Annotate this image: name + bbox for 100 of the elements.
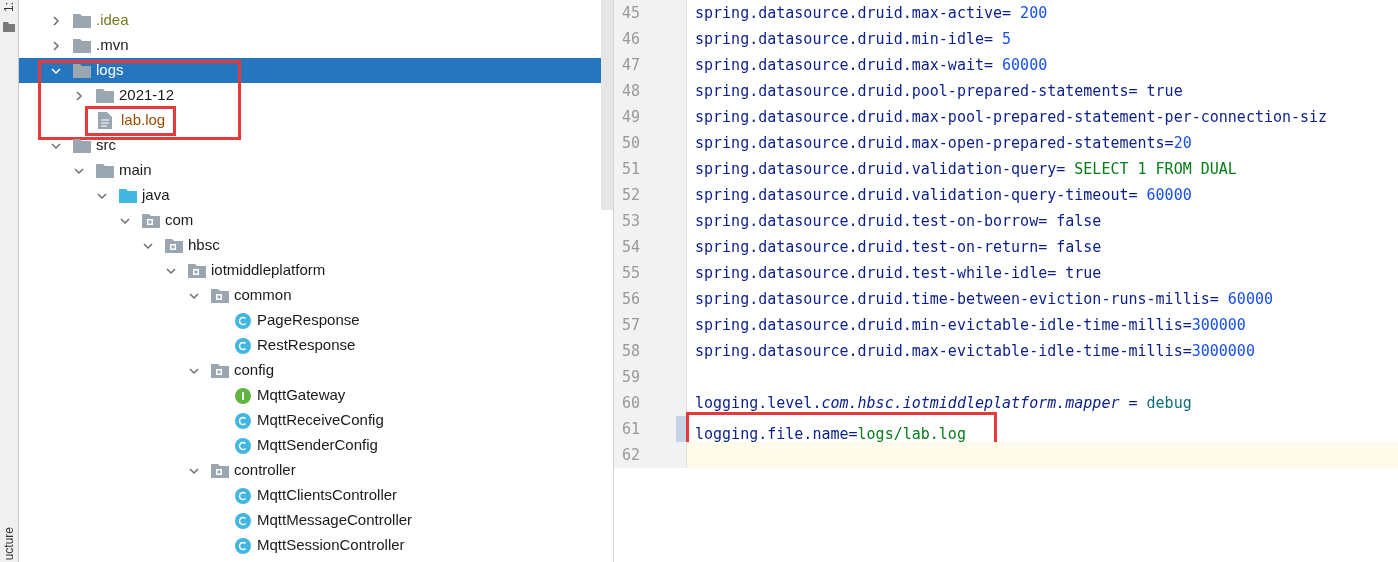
tree-row[interactable]: MqttMessageController: [19, 508, 601, 533]
tree-row[interactable]: config: [19, 358, 601, 383]
tree-item-label: iotmiddleplatform: [211, 260, 326, 281]
tree-row[interactable]: MqttSenderConfig: [19, 433, 601, 458]
tree-row[interactable]: RestResponse: [19, 333, 601, 358]
package-folder-icon: [211, 288, 229, 303]
tree-row[interactable]: MqttClientsController: [19, 483, 601, 508]
line-number: 57: [621, 314, 641, 336]
line-number: 45: [621, 2, 641, 24]
tree-item-label: 2021-12: [119, 85, 175, 106]
tree-row[interactable]: java: [19, 183, 601, 208]
line-number: 52: [621, 184, 641, 206]
code-line: spring.datasource.druid.test-while-idle= true: [695, 262, 1102, 284]
folder-icon: [73, 138, 91, 153]
tree-item-label: src: [96, 135, 116, 156]
tree-item-label: lab.log: [121, 110, 166, 131]
package-folder-icon: [142, 213, 160, 228]
class-icon: [235, 337, 251, 354]
package-folder-icon: [188, 263, 206, 278]
folder-icon: [73, 13, 91, 28]
tree-item-label: main: [119, 160, 152, 181]
line-number: 56: [621, 288, 641, 310]
tree-item-label: .idea: [96, 10, 129, 31]
package-folder-icon: [211, 363, 229, 378]
code-line: spring.datasource.druid.validation-query-timeout= 60000: [695, 184, 1192, 206]
line-number: 47: [621, 54, 641, 76]
line-number: 62: [621, 444, 641, 466]
line-number: 51: [621, 158, 641, 180]
tree-row[interactable]: MqttReceiveConfig: [19, 408, 601, 433]
tree-row[interactable]: MqttSessionController: [19, 533, 601, 558]
tree-row[interactable]: PageResponse: [19, 308, 601, 333]
code-line: spring.datasource.druid.pool-prepared-statements= true: [695, 80, 1183, 102]
tool-tab-label[interactable]: 1:: [0, 2, 18, 12]
package-folder-icon: [211, 463, 229, 478]
code-line: spring.datasource.druid.test-on-borrow= false: [695, 210, 1102, 232]
class-icon: [235, 487, 251, 504]
code-line: spring.datasource.druid.max-wait= 60000: [695, 54, 1048, 76]
tree-item-label: controller: [234, 460, 296, 481]
tree-item-label: logs: [96, 60, 124, 81]
code-line: spring.datasource.druid.max-open-prepared-statements=20: [695, 132, 1192, 154]
tree-item-label: PageResponse: [257, 310, 360, 331]
tree-item-label: config: [234, 360, 275, 381]
tree-item-label: MqttGateway: [257, 385, 346, 406]
scrollbar-thumb[interactable]: [601, 0, 613, 210]
tree-row[interactable]: common: [19, 283, 601, 308]
chevron-right-icon[interactable]: [73, 89, 85, 102]
tree-item-label: MqttSessionController: [257, 535, 405, 556]
tree-row[interactable]: 2021-12: [19, 83, 601, 108]
line-number: 55: [621, 262, 641, 284]
tree-item-label: MqttClientsController: [257, 485, 398, 506]
tree-item-label: MqttMessageController: [257, 510, 413, 531]
class-icon: [235, 412, 251, 429]
tree-item-label: MqttSenderConfig: [257, 435, 378, 456]
code-line: spring.datasource.druid.max-active= 200: [695, 2, 1048, 24]
line-number: 54: [621, 236, 641, 258]
line-number: 53: [621, 210, 641, 232]
code-line: spring.datasource.druid.validation-query= SELECT 1 FROM DUAL: [695, 158, 1237, 180]
tree-item-label: java: [142, 185, 170, 206]
line-number: 50: [621, 132, 641, 154]
change-marker: [676, 416, 686, 442]
line-number: 60: [621, 392, 641, 414]
folder-icon: [73, 63, 91, 78]
tree-row[interactable]: iotmiddleplatform: [19, 258, 601, 283]
folder-icon: [119, 188, 137, 203]
tree-row[interactable]: controller: [19, 458, 601, 483]
class-icon: [235, 512, 251, 529]
line-number: 59: [621, 366, 641, 388]
tree-item-label: MqttReceiveConfig: [257, 410, 384, 431]
tree-row[interactable]: .idea: [19, 8, 601, 33]
line-number: 61: [621, 418, 641, 440]
tree-row[interactable]: logs: [19, 58, 601, 83]
tool-tab-label[interactable]: ucture: [0, 526, 18, 560]
folder-icon: [96, 88, 114, 103]
chevron-right-icon[interactable]: [50, 39, 62, 52]
chevron-right-icon[interactable]: [50, 14, 62, 27]
tree-row[interactable]: MqttGateway: [19, 383, 601, 408]
code-line: logging.level.com.hbsc.iotmiddleplatform.mapper = debug: [695, 392, 1192, 414]
code-line: spring.datasource.druid.min-idle= 5: [695, 28, 1012, 50]
code-line: spring.datasource.druid.max-pool-prepared-statement-per-connection-siz: [695, 106, 1328, 128]
tree-item-label: com: [165, 210, 194, 231]
text-file-icon: [98, 112, 112, 129]
package-folder-icon: [165, 238, 183, 253]
line-number: 48: [621, 80, 641, 102]
folder-icon: [3, 22, 15, 32]
tree-row[interactable]: lab.log: [19, 108, 601, 133]
folder-icon: [73, 38, 91, 53]
tree-row[interactable]: com: [19, 208, 601, 233]
tree-item-label: .mvn: [96, 35, 129, 56]
folder-icon: [96, 163, 114, 178]
tree-item-label: common: [234, 285, 292, 306]
code-line: spring.datasource.druid.min-evictable-idle-time-millis=300000: [695, 314, 1246, 336]
code-line: spring.datasource.druid.test-on-return= false: [695, 236, 1102, 258]
class-icon: [235, 437, 251, 454]
tree-row[interactable]: .mvn: [19, 33, 601, 58]
tree-row[interactable]: main: [19, 158, 601, 183]
tree-item-label: hbsc: [188, 235, 220, 256]
interface-icon: [235, 387, 251, 404]
tree-row[interactable]: src: [19, 133, 601, 158]
tree-row[interactable]: hbsc: [19, 233, 601, 258]
code-line: spring.datasource.druid.max-evictable-idle-time-millis=3000000: [695, 340, 1255, 362]
